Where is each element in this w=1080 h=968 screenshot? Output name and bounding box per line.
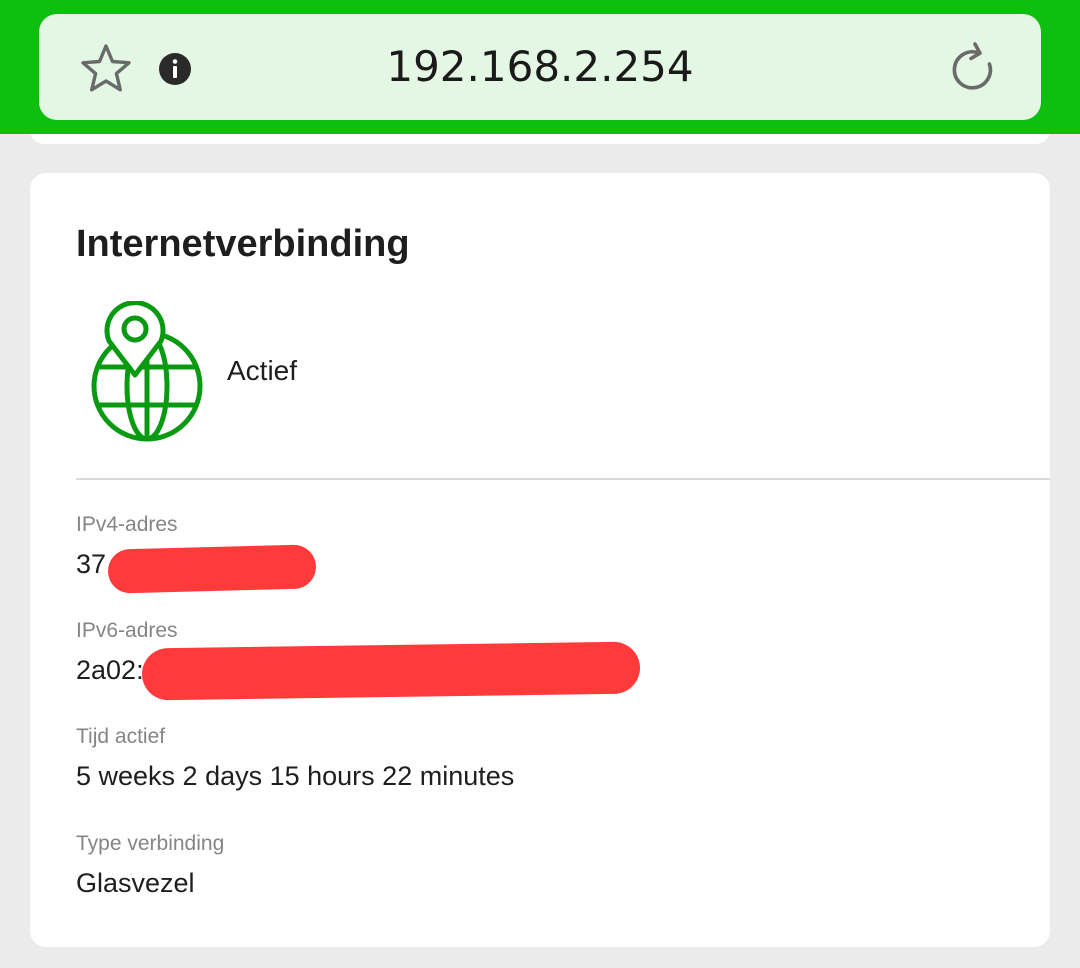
url-text[interactable]: 192.168.2.254 — [39, 40, 1041, 94]
ipv6-value: 2a02: — [76, 655, 144, 685]
connection-type-value: Glasvezel — [76, 868, 195, 898]
uptime-label: Tijd actief — [76, 725, 166, 748]
reload-icon[interactable] — [943, 40, 1003, 100]
uptime-value: 5 weeks 2 days 15 hours 22 minutes — [76, 761, 515, 791]
card-title: Internetverbinding — [76, 223, 410, 265]
globe-location-pin-icon — [91, 300, 211, 443]
address-bar[interactable]: 192.168.2.254 — [39, 14, 1041, 120]
ipv6-label: IPv6-adres — [76, 619, 178, 642]
browser-page: 192.168.2.254 Internetverbinding Actief … — [0, 0, 1080, 968]
internet-connection-card: Internetverbinding Actief IPv4-adres 37.… — [30, 173, 1050, 947]
ipv4-label: IPv4-adres — [76, 513, 178, 536]
connection-type-label: Type verbinding — [76, 832, 225, 855]
browser-toolbar: 192.168.2.254 — [0, 0, 1080, 134]
connection-status: Actief — [227, 355, 298, 386]
divider — [76, 478, 1050, 480]
redaction-mark — [141, 641, 641, 701]
redaction-mark — [107, 544, 317, 594]
